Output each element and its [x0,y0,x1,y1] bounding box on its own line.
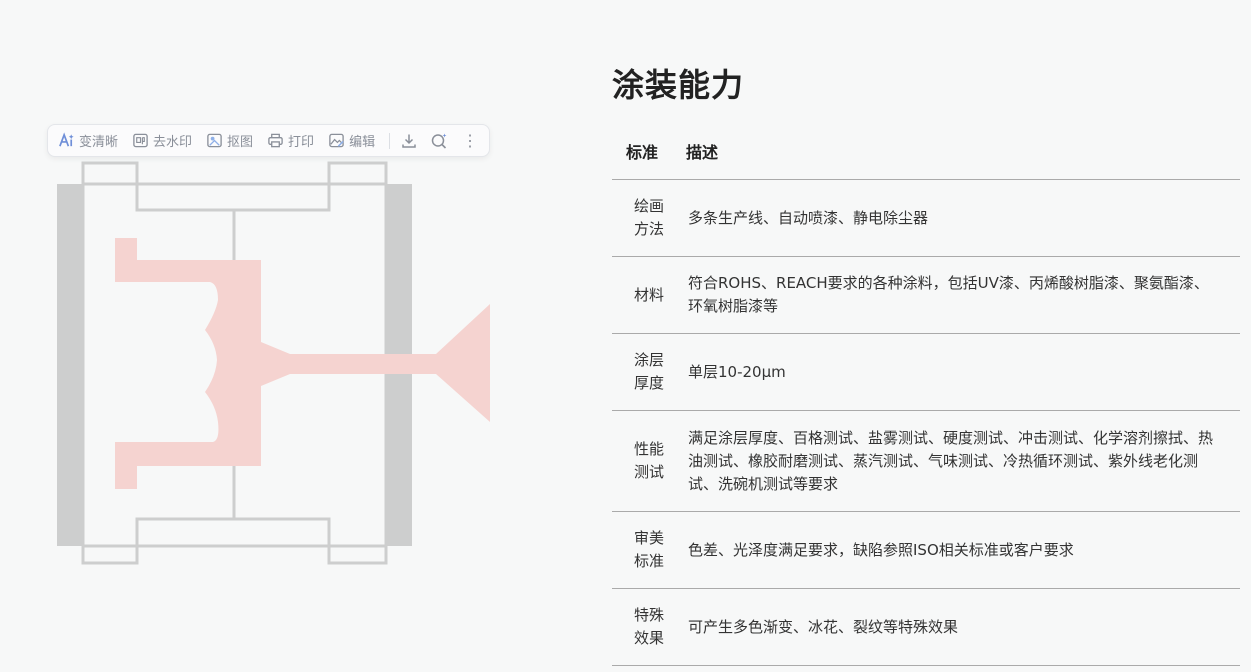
more-icon[interactable]: ⋮ [462,132,478,149]
remove-watermark-button[interactable]: 去水印 [132,131,192,150]
row-description: 单层10-20μm [686,333,1240,411]
table-row: 绘画 方法 多条生产线、自动喷漆、静电除尘器 [612,179,1240,257]
table-row: 性能 测试 满足涂层厚度、百格测试、盐雾测试、硬度测试、冲击测试、化学溶剂擦拭、… [612,410,1240,512]
row-label-text: 绘画 方法 [633,197,664,238]
part-cavity [115,238,490,489]
download-button[interactable] [400,132,418,150]
row-label: 涂层 厚度 [612,333,686,411]
page-title: 涂装能力 [612,66,745,104]
row-description: 色差、光泽度满足要求，缺陷参照ISO相关标准或客户要求 [686,511,1240,589]
print-button[interactable]: 打印 [267,131,314,150]
watermark-icon [133,133,148,148]
table-row: 材料 符合ROHS、REACH要求的各种涂料，包括UV漆、丙烯酸树脂漆、聚氨酯漆… [612,256,1240,334]
row-label-text: 材料 [633,285,664,304]
header-standard: 标准 [612,123,686,180]
ai-search-button[interactable] [430,132,448,150]
row-label-text: 涂层 厚度 [633,351,664,392]
row-description: 可产生多色渐变、冰花、裂纹等特殊效果 [686,588,1240,666]
edit-label: 编辑 [349,135,376,150]
cutout-label: 抠图 [227,135,254,150]
ai-search-icon [431,133,447,149]
row-label: 特殊 效果 [612,588,686,666]
ai-enhance-icon [59,132,74,147]
image-toolbar: 变清晰 去水印 抠图 打印 编辑 ⋮ [47,124,490,157]
cutout-button[interactable]: 抠图 [206,131,253,150]
table-row: 涂层 厚度 单层10-20μm [612,333,1240,411]
row-label-text: 审美 标准 [633,529,664,570]
row-label: 审美 标准 [612,511,686,589]
row-description: 符合ROHS、REACH要求的各种涂料，包括UV漆、丙烯酸树脂漆、聚氨酯漆、环氧… [686,256,1240,334]
row-label-text: 特殊 效果 [633,606,664,647]
table-header-row: 标准 描述 [612,123,1240,180]
row-description: 多条生产线、自动喷漆、静电除尘器 [686,179,1240,257]
row-label: 材料 [612,256,686,334]
printer-icon [268,133,283,148]
row-label-text: 性能 测试 [633,440,664,481]
enhance-button[interactable]: 变清晰 [58,131,118,150]
row-label: 绘画 方法 [612,179,686,257]
cutout-icon [207,133,222,148]
table-row: 特殊 效果 可产生多色渐变、冰花、裂纹等特殊效果 [612,588,1240,666]
header-description: 描述 [686,123,1240,180]
mold-diagram [57,161,490,565]
download-icon [402,134,416,148]
painting-capability-table: 标准 描述 绘画 方法 多条生产线、自动喷漆、静电除尘器 材料 符合ROHS、R… [612,123,1240,666]
row-description: 满足涂层厚度、百格测试、盐雾测试、硬度测试、冲击测试、化学溶剂擦拭、热油测试、橡… [686,410,1240,512]
table-row: 审美 标准 色差、光泽度满足要求，缺陷参照ISO相关标准或客户要求 [612,511,1240,589]
row-label: 性能 测试 [612,410,686,512]
toolbar-divider [389,132,391,149]
image-edit-icon [329,133,344,148]
left-plate [57,184,83,546]
print-label: 打印 [288,135,315,150]
enhance-label: 变清晰 [79,135,119,150]
edit-button[interactable]: 编辑 [328,131,375,150]
remove-watermark-label: 去水印 [153,135,193,150]
